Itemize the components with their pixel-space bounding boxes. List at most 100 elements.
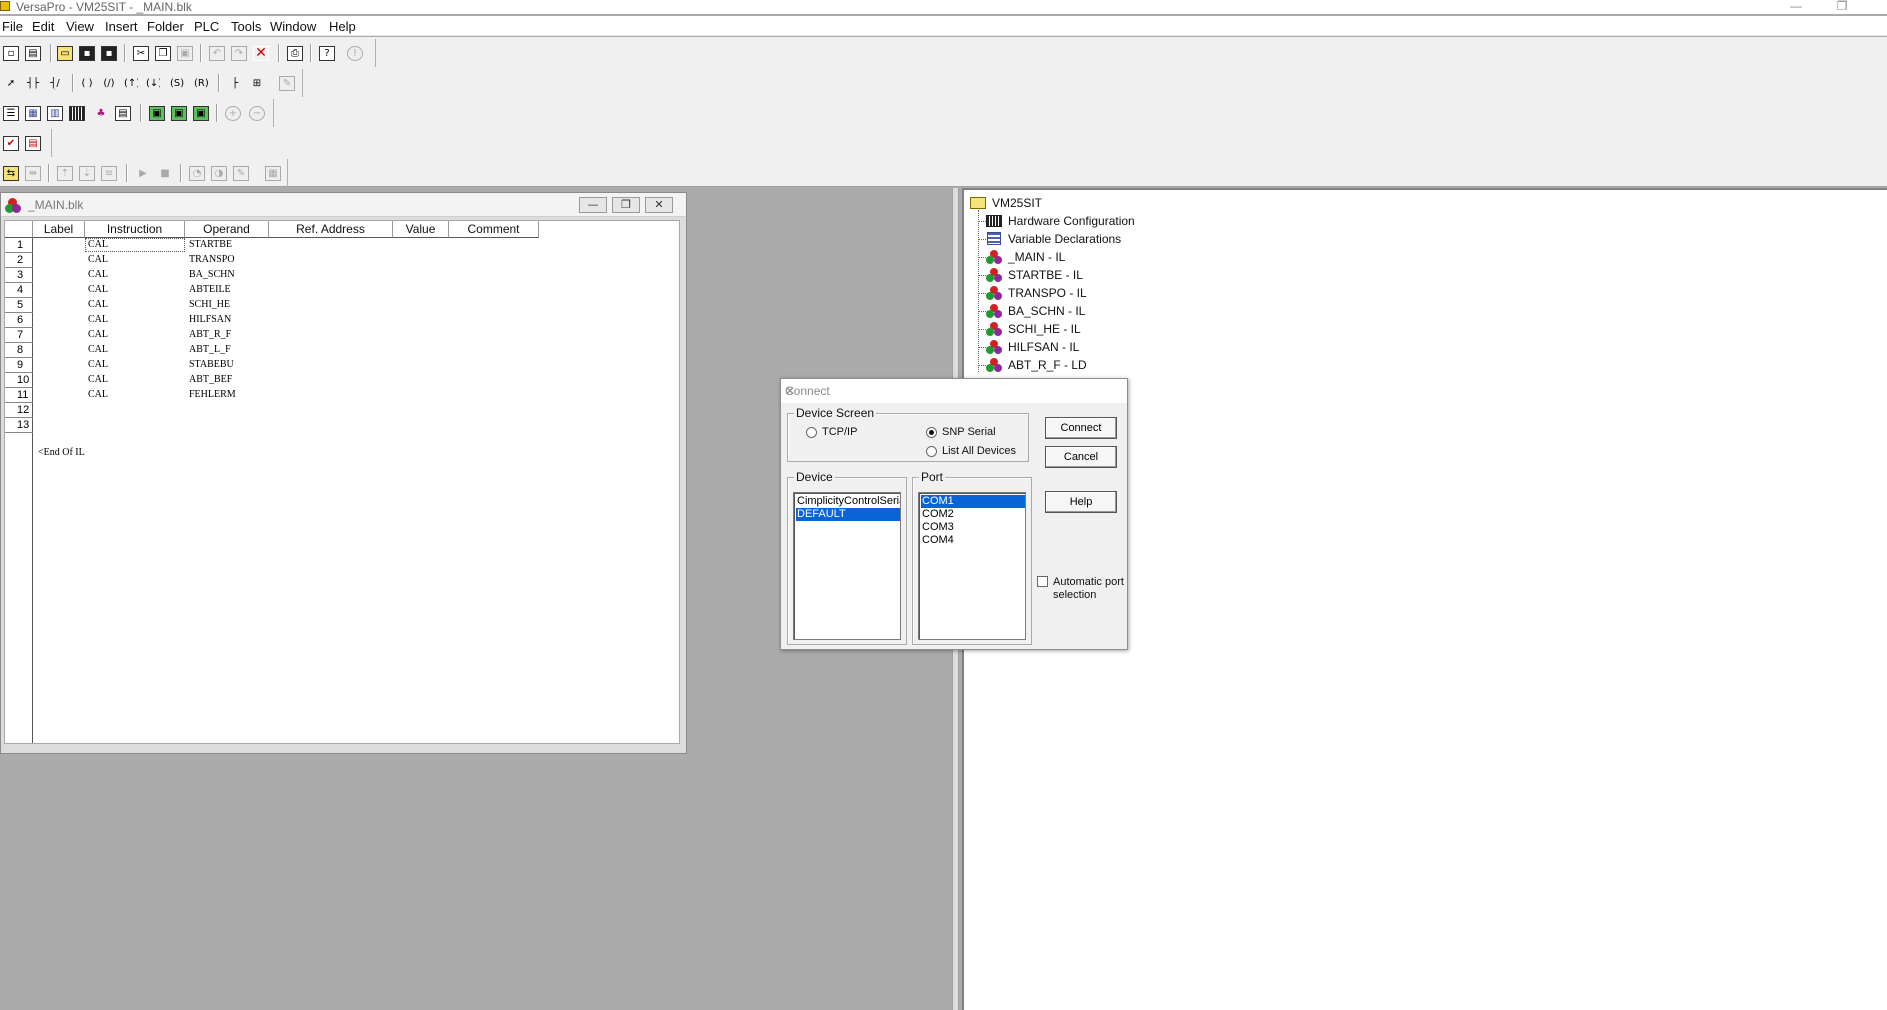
instruction-list-grid[interactable]: Label Instruction Operand Ref. Address V… [4,220,680,744]
column-header-comment[interactable]: Comment [449,221,539,238]
port-item-com2[interactable]: COM2 [921,508,1025,521]
tree-view-button[interactable]: ☰ [0,103,22,124]
instruction-cell[interactable]: CAL [88,358,108,371]
menu-file[interactable]: File [2,19,23,34]
plc-toggle-button[interactable]: ✎ [230,163,252,184]
instruction-cell[interactable]: CAL [88,253,108,266]
menu-edit[interactable]: Edit [32,19,54,34]
row-number[interactable]: 6 [5,313,33,328]
save-all-button[interactable]: ▪ [98,43,120,64]
plc-verify-button[interactable]: ≡ [98,163,120,184]
instruction-cell[interactable]: CAL [88,238,108,251]
row-number[interactable]: 5 [5,298,33,313]
operand-cell[interactable]: STABEBU [189,358,234,371]
menu-window[interactable]: Window [270,19,316,34]
automatic-port-checkbox[interactable] [1037,576,1048,587]
instruction-cell[interactable]: CAL [88,313,108,326]
row-number[interactable]: 11 [5,388,33,403]
operand-cell[interactable]: HILFSAN [189,313,231,326]
menu-plc[interactable]: PLC [194,19,219,34]
coil-set-button[interactable]: (↑) [120,73,142,94]
new-project-button[interactable]: ▤ [22,43,44,64]
plc-connect-button[interactable]: ⇆ [0,163,22,184]
operand-cell[interactable]: ABT_R_F [189,328,231,341]
row-number[interactable]: 9 [5,358,33,373]
window-tile-button[interactable]: ▣ [168,103,190,124]
coil-negative-button[interactable]: (R) [190,73,212,94]
cancel-button[interactable]: Cancel [1045,446,1117,468]
window-cascade-button[interactable]: ▣ [146,103,168,124]
plc-table-button[interactable]: ▦ [262,163,284,184]
device-item-default[interactable]: DEFAULT [796,508,900,521]
instruction-cell[interactable]: CAL [88,298,108,311]
column-header-label[interactable]: Label [33,221,85,238]
plc-stop-button[interactable]: ■ [154,163,176,184]
copy-button[interactable]: ❐ [152,43,174,64]
properties-button[interactable]: ✎ [276,73,298,94]
port-item-com4[interactable]: COM4 [921,534,1025,547]
column-header-value[interactable]: Value [393,221,449,238]
open-button[interactable]: ▭ [54,43,76,64]
child-minimize-button[interactable]: — [579,197,607,213]
column-header-ref-address[interactable]: Ref. Address [269,221,393,238]
plc-load-button[interactable]: ⇣ [76,163,98,184]
coil-reset-button[interactable]: (↓) [142,73,164,94]
port-item-com3[interactable]: COM3 [921,521,1025,534]
undo-button[interactable]: ↶ [206,43,228,64]
window-arrange-button[interactable]: ▣ [190,103,212,124]
connect-button[interactable]: Connect [1045,417,1117,439]
cut-button[interactable]: ✂ [130,43,152,64]
row-number[interactable]: 13 [5,418,33,433]
column-header-instruction[interactable]: Instruction [85,221,185,238]
plc-status-button[interactable]: ◔ [186,163,208,184]
hardware-config-button[interactable] [66,103,88,124]
row-number[interactable]: 12 [5,403,33,418]
device-list[interactable]: CimplicityControlSerial DEFAULT [793,492,901,640]
select-button[interactable]: ➚ [0,73,22,94]
menu-insert[interactable]: Insert [105,19,138,34]
plc-run-button[interactable]: ▶ [132,163,154,184]
coil-positive-button[interactable]: (S) [166,73,188,94]
restore-button[interactable]: ❐ [1832,0,1852,12]
operand-cell[interactable]: BA_SCHN [189,268,235,281]
instruction-cell[interactable]: CAL [88,328,108,341]
paste-button[interactable]: ▣ [174,43,196,64]
instruction-cell[interactable]: CAL [88,343,108,356]
instruction-cell[interactable]: CAL [88,388,108,401]
vertical-link-button[interactable]: ⊞ [246,73,268,94]
block-button[interactable]: ♣ [90,103,112,124]
row-number[interactable]: 1 [5,238,33,253]
instruction-cell[interactable]: CAL [88,268,108,281]
menu-view[interactable]: View [66,19,94,34]
operand-cell[interactable]: ABT_BEF [189,373,232,386]
device-item-cimplicity[interactable]: CimplicityControlSerial [796,495,900,508]
zoom-in-button[interactable]: + [222,103,244,124]
operand-cell[interactable]: SCHI_HE [189,298,230,311]
list-button[interactable]: ▤ [112,103,134,124]
row-number[interactable]: 7 [5,328,33,343]
port-list[interactable]: COM1 COM2 COM3 COM4 [918,492,1026,640]
row-number[interactable]: 3 [5,268,33,283]
coil-button[interactable]: ( ) [76,73,98,94]
save-button[interactable]: ▪ [76,43,98,64]
report-button[interactable]: ▤ [22,133,44,154]
new-file-button[interactable]: ▫ [0,43,22,64]
menu-tools[interactable]: Tools [231,19,261,34]
operand-cell[interactable]: STARTBE [189,238,232,251]
minimize-button[interactable]: — [1786,0,1806,12]
child-close-button[interactable]: ✕ [645,197,673,213]
main-blk-titlebar[interactable]: _MAIN.blk — ❐ ✕ [1,193,686,217]
plc-disconnect-button[interactable]: ⇹ [22,163,44,184]
menu-folder[interactable]: Folder [147,19,184,34]
delete-button[interactable]: ✕ [250,43,272,64]
contact-no-button[interactable]: ┤├ [22,73,44,94]
check-button[interactable]: ✔ [0,133,22,154]
child-restore-button[interactable]: ❐ [612,197,640,213]
instruction-cell[interactable]: CAL [88,283,108,296]
coil-negated-button[interactable]: (/) [98,73,120,94]
operand-cell[interactable]: TRANSPO [189,253,235,266]
dialog-close-button[interactable]: ✕ [785,384,1121,398]
operand-cell[interactable]: FEHLERM [189,388,236,401]
redo-button[interactable]: ↷ [228,43,250,64]
menu-help[interactable]: Help [329,19,356,34]
